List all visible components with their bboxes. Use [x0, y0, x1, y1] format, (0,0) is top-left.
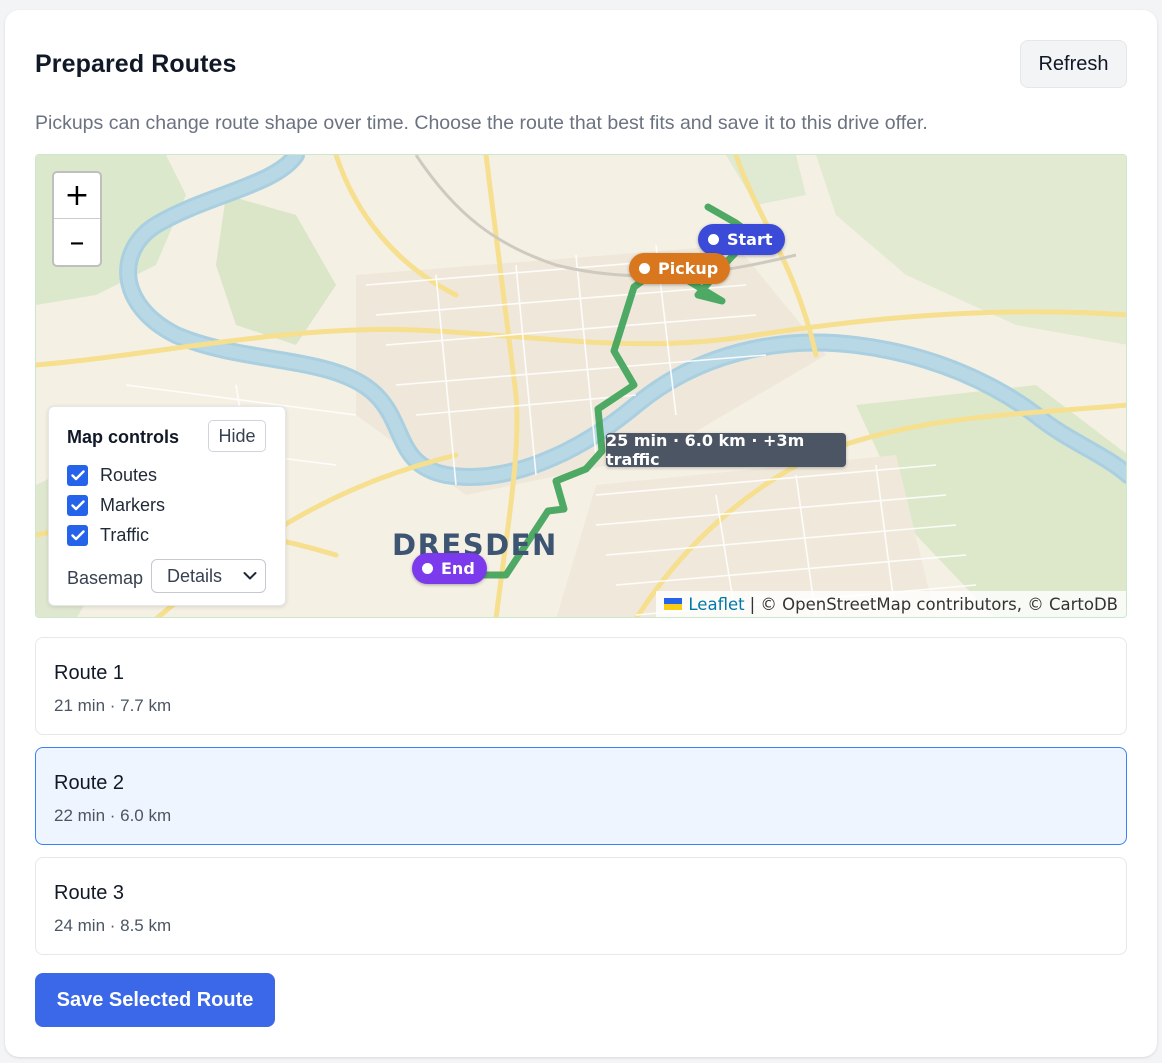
leaflet-link[interactable]: Leaflet: [688, 595, 744, 614]
hide-controls-button[interactable]: Hide: [208, 420, 266, 452]
page-subtitle: Pickups can change route shape over time…: [35, 112, 928, 134]
route-option-2[interactable]: Route 2 22 min · 6.0 km: [35, 747, 1127, 845]
map-attribution: Leaflet | © OpenStreetMap contributors, …: [656, 591, 1126, 617]
end-marker[interactable]: End: [412, 553, 487, 584]
route-name: Route 1: [54, 662, 125, 684]
layer-label: Markers: [100, 495, 166, 515]
marker-dot-icon: [708, 234, 719, 245]
route-tooltip: 25 min · 6.0 km · +3m traffic: [606, 431, 846, 469]
refresh-button[interactable]: Refresh: [1020, 40, 1127, 88]
route-option-3[interactable]: Route 3 24 min · 8.5 km: [35, 857, 1127, 955]
attribution-text: | © OpenStreetMap contributors, © CartoD…: [749, 594, 1118, 614]
route-meta: 24 min · 8.5 km: [54, 916, 172, 935]
save-selected-route-button[interactable]: Save Selected Route: [35, 973, 275, 1027]
marker-dot-icon: [422, 563, 433, 574]
zoom-control: + –: [52, 171, 102, 267]
zoom-in-button[interactable]: +: [54, 173, 100, 219]
layer-label: Routes: [100, 465, 158, 485]
route-meta: 21 min · 7.7 km: [54, 696, 172, 715]
start-marker-label: Start: [727, 230, 773, 249]
marker-dot-icon: [639, 263, 650, 274]
map-controls-panel: Map controls Hide Routes Markers Traffic: [48, 406, 286, 606]
pickup-marker-label: Pickup: [658, 259, 719, 278]
zoom-out-button[interactable]: –: [54, 219, 100, 265]
route-name: Route 3: [54, 882, 125, 904]
chevron-down-icon: [243, 572, 257, 580]
checkbox-checked-icon[interactable]: [67, 525, 88, 546]
start-marker[interactable]: Start: [698, 224, 785, 255]
basemap-selected-value: Details: [167, 565, 223, 586]
layer-toggle-routes[interactable]: Routes: [67, 465, 157, 486]
layer-toggle-traffic[interactable]: Traffic: [67, 525, 149, 546]
page-title: Prepared Routes: [35, 50, 237, 78]
route-map[interactable]: DRESDEN + – Start Pickup End 25 min · 6.…: [35, 154, 1127, 618]
route-name: Route 2: [54, 772, 125, 794]
basemap-select[interactable]: Details: [151, 559, 266, 593]
route-option-1[interactable]: Route 1 21 min · 7.7 km: [35, 637, 1127, 735]
layer-toggle-markers[interactable]: Markers: [67, 495, 165, 516]
map-controls-title: Map controls: [67, 427, 180, 447]
prepared-routes-card: Prepared Routes Refresh Pickups can chan…: [5, 10, 1157, 1057]
checkbox-checked-icon[interactable]: [67, 495, 88, 516]
end-marker-label: End: [441, 559, 475, 578]
ukraine-flag-icon: [664, 598, 683, 610]
basemap-label: Basemap: [67, 568, 144, 588]
layer-label: Traffic: [100, 525, 150, 545]
pickup-marker[interactable]: Pickup: [629, 253, 731, 284]
checkbox-checked-icon[interactable]: [67, 465, 88, 486]
route-meta: 22 min · 6.0 km: [54, 806, 172, 825]
